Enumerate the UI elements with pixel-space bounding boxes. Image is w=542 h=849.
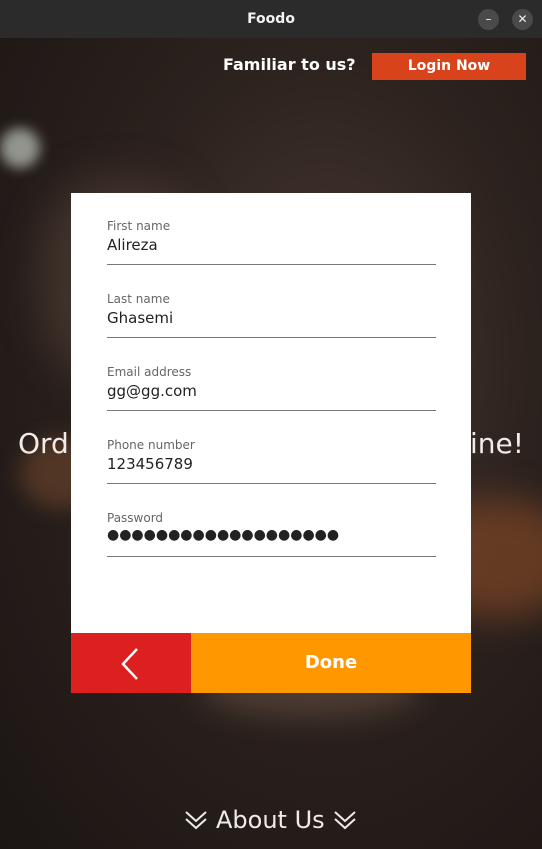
title-bar: Foodo – ✕ xyxy=(0,0,542,38)
close-icon: ✕ xyxy=(517,12,528,26)
window-title: Foodo xyxy=(247,11,295,27)
phone-input[interactable]: 123456789 xyxy=(107,455,193,473)
hero-text-right: ine! xyxy=(470,427,524,460)
email-label: Email address xyxy=(107,365,192,379)
phone-field[interactable]: Phone number 123456789 xyxy=(107,438,436,484)
first-name-input[interactable]: Alireza xyxy=(107,236,158,254)
back-button[interactable] xyxy=(71,633,191,693)
last-name-label: Last name xyxy=(107,292,170,306)
email-field[interactable]: Email address gg@gg.com xyxy=(107,365,436,411)
signup-form-card: First name Alireza Last name Ghasemi Ema… xyxy=(71,193,471,693)
minimize-icon: – xyxy=(485,12,492,26)
about-us-link[interactable]: About Us xyxy=(184,805,357,835)
first-name-label: First name xyxy=(107,219,171,233)
password-input[interactable]: ●●●●●●●●●●●●●●●●●●● xyxy=(107,527,339,543)
email-input[interactable]: gg@gg.com xyxy=(107,382,197,400)
done-button[interactable]: Done xyxy=(191,633,471,693)
hero-text-left: Ord xyxy=(18,427,69,460)
first-name-field[interactable]: First name Alireza xyxy=(107,219,436,265)
phone-label: Phone number xyxy=(107,438,195,452)
close-button[interactable]: ✕ xyxy=(512,9,533,30)
password-field[interactable]: Password ●●●●●●●●●●●●●●●●●●● xyxy=(107,511,436,557)
familiar-text: Familiar to us? xyxy=(223,55,356,74)
double-chevron-down-icon xyxy=(333,811,356,830)
last-name-input[interactable]: Ghasemi xyxy=(107,309,173,327)
double-chevron-down-icon xyxy=(185,811,207,830)
chevron-left-icon xyxy=(121,648,138,680)
about-us-label: About Us xyxy=(216,806,325,834)
app-window: Foodo – ✕ Familiar to us? Login Now Ord … xyxy=(0,0,542,849)
minimize-button[interactable]: – xyxy=(478,9,499,30)
login-now-button[interactable]: Login Now xyxy=(372,53,526,80)
last-name-field[interactable]: Last name Ghasemi xyxy=(107,292,436,338)
background-light xyxy=(0,128,40,168)
password-label: Password xyxy=(107,511,164,525)
